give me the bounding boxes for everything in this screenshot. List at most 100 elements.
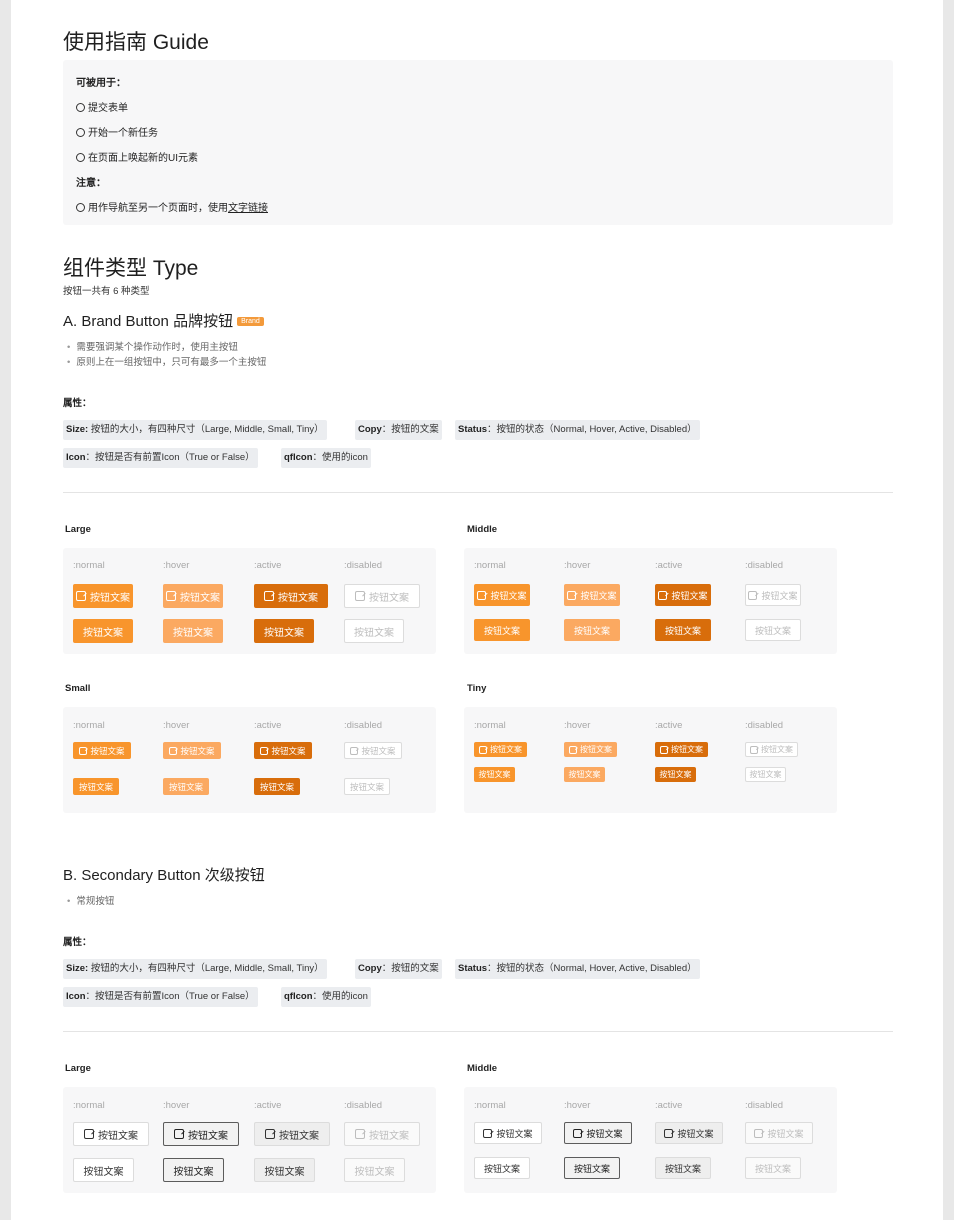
state-label-normal: :normal (474, 560, 506, 571)
attr-tag-copy: Copy：按钮的文案 (355, 420, 442, 440)
text-link[interactable]: 文字链接 (228, 203, 268, 214)
brand-button-disabled[interactable]: 按钮文案 (745, 619, 801, 641)
brand-button-hover[interactable]: 按钮文案 (564, 619, 620, 641)
page: 使用指南 Guide 可被用于： 提交表单 开始一个新任务 在页面上唤起新的UI… (11, 0, 943, 1220)
state-label-normal: :normal (474, 720, 506, 731)
brand-button-normal[interactable]: 按钮文案 (73, 619, 133, 643)
brand-button-normal[interactable]: 按钮文案 (474, 767, 515, 782)
brand-button-active[interactable]: 按钮文案 (655, 767, 696, 782)
brand-button-icon-hover[interactable]: 按钮文案 (564, 584, 620, 606)
attr-tag-size: Size: 按钮的大小，有四种尺寸（Large, Middle, Small, … (63, 420, 327, 440)
edit-icon (573, 1128, 583, 1138)
button-label: 按钮文案 (573, 625, 610, 636)
brand-button-active[interactable]: 按钮文案 (254, 778, 300, 795)
button-label: 按钮文案 (361, 745, 396, 756)
attr-tag-icon: Icon：按钮是否有前置Icon（True or False） (63, 448, 258, 468)
circle-icon (76, 153, 85, 162)
attr-tag-status: Status：按钮的状态（Normal, Hover, Active, Disa… (455, 420, 700, 440)
button-label: 按钮文案 (259, 781, 294, 792)
button-label: 按钮文案 (754, 1163, 791, 1174)
state-label-hover: :hover (163, 1100, 190, 1111)
divider (63, 492, 893, 493)
circle-icon (76, 103, 85, 112)
brand-button-icon-normal[interactable]: 按钮文案 (73, 584, 133, 608)
secondary-button-icon-disabled[interactable]: 按钮文案 (344, 1122, 420, 1146)
secondary-section-title: B. Secondary Button 次级按钮 (63, 867, 265, 884)
state-label-hover: :hover (564, 560, 591, 571)
secondary-button-icon-hover[interactable]: 按钮文案 (564, 1122, 632, 1144)
secondary-button-normal[interactable]: 按钮文案 (73, 1158, 134, 1182)
edit-icon (265, 1129, 275, 1139)
secondary-button-active[interactable]: 按钮文案 (254, 1158, 315, 1182)
brand-button-icon-disabled[interactable]: 按钮文案 (344, 742, 402, 759)
secondary-button-icon-active[interactable]: 按钮文案 (655, 1122, 723, 1144)
guide-item: 提交表单 (76, 99, 128, 114)
brand-button-disabled[interactable]: 按钮文案 (344, 778, 390, 795)
brand-button-icon-normal[interactable]: 按钮文案 (73, 742, 131, 759)
brand-button-hover[interactable]: 按钮文案 (163, 778, 209, 795)
edit-icon (664, 1128, 674, 1138)
button-label: 按钮文案 (490, 590, 527, 601)
brand-button-hover[interactable]: 按钮文案 (564, 767, 605, 782)
brand-badge: Brand (237, 317, 264, 326)
brand-button-icon-normal[interactable]: 按钮文案 (474, 742, 527, 757)
brand-small-label: Small (65, 683, 91, 694)
brand-button-icon-normal[interactable]: 按钮文案 (474, 584, 530, 606)
secondary-button-icon-active[interactable]: 按钮文案 (254, 1122, 330, 1146)
secondary-button-icon-disabled[interactable]: 按钮文案 (745, 1122, 813, 1144)
edit-icon (169, 746, 178, 755)
button-label: 按钮文案 (749, 770, 782, 779)
secondary-button-normal[interactable]: 按钮文案 (474, 1157, 530, 1179)
edit-icon (567, 590, 577, 600)
edit-icon (569, 745, 577, 754)
guide-item: 开始一个新任务 (76, 124, 158, 139)
button-label: 按钮文案 (98, 1130, 138, 1142)
brand-button-icon-hover[interactable]: 按钮文案 (564, 742, 617, 757)
secondary-button-disabled[interactable]: 按钮文案 (344, 1158, 405, 1182)
brand-button-icon-active[interactable]: 按钮文案 (655, 742, 708, 757)
button-label: 按钮文案 (188, 1130, 228, 1142)
brand-button-icon-hover[interactable]: 按钮文案 (163, 584, 223, 608)
button-label: 按钮文案 (761, 745, 793, 754)
brand-button-icon-active[interactable]: 按钮文案 (655, 584, 711, 606)
brand-button-icon-active[interactable]: 按钮文案 (254, 584, 328, 608)
button-label: 按钮文案 (354, 627, 394, 639)
button-label: 按钮文案 (278, 592, 318, 604)
brand-button-disabled[interactable]: 按钮文案 (745, 767, 786, 782)
brand-button-active[interactable]: 按钮文案 (655, 619, 711, 641)
edit-icon (174, 1129, 184, 1139)
secondary-button-hover[interactable]: 按钮文案 (564, 1157, 620, 1179)
brand-button-icon-hover[interactable]: 按钮文案 (163, 742, 221, 759)
brand-button-icon-active[interactable]: 按钮文案 (254, 742, 312, 759)
secondary-button-icon-hover[interactable]: 按钮文案 (163, 1122, 239, 1146)
brand-button-icon-disabled[interactable]: 按钮文案 (745, 742, 798, 757)
secondary-button-hover[interactable]: 按钮文案 (163, 1158, 224, 1182)
button-label: 按钮文案 (264, 627, 304, 639)
secondary-button-icon-normal[interactable]: 按钮文案 (474, 1122, 542, 1144)
button-label: 按钮文案 (483, 625, 520, 636)
type-subtitle: 按钮一共有 6 种类型 (63, 286, 150, 297)
brand-button-icon-disabled[interactable]: 按钮文案 (745, 584, 801, 606)
state-label-disabled: :disabled (344, 560, 383, 571)
secondary-button-icon-normal[interactable]: 按钮文案 (73, 1122, 149, 1146)
secondary-middle-label: Middle (467, 1063, 498, 1074)
secondary-attr-label: 属性： (63, 937, 92, 948)
button-label: 按钮文案 (677, 1128, 714, 1139)
button-label: 按钮文案 (664, 1163, 701, 1174)
brand-button-normal[interactable]: 按钮文案 (73, 778, 119, 795)
edit-icon (350, 746, 359, 755)
button-label: 按钮文案 (271, 745, 306, 756)
secondary-button-active[interactable]: 按钮文案 (655, 1157, 711, 1179)
note-label: 注意： (76, 178, 106, 189)
secondary-button-disabled[interactable]: 按钮文案 (745, 1157, 801, 1179)
edit-icon (660, 745, 668, 754)
guide-box: 可被用于： 提交表单 开始一个新任务 在页面上唤起新的UI元素 注意： 用作导航… (63, 60, 893, 225)
brand-button-hover[interactable]: 按钮文案 (163, 619, 223, 643)
brand-button-active[interactable]: 按钮文案 (254, 619, 314, 643)
state-label-disabled: :disabled (745, 1100, 784, 1111)
button-label: 按钮文案 (671, 590, 708, 601)
brand-button-normal[interactable]: 按钮文案 (474, 619, 530, 641)
brand-button-disabled[interactable]: 按钮文案 (344, 619, 404, 643)
brand-button-icon-disabled[interactable]: 按钮文案 (344, 584, 420, 608)
attr-tag-icon: Icon：按钮是否有前置Icon（True or False） (63, 987, 258, 1007)
